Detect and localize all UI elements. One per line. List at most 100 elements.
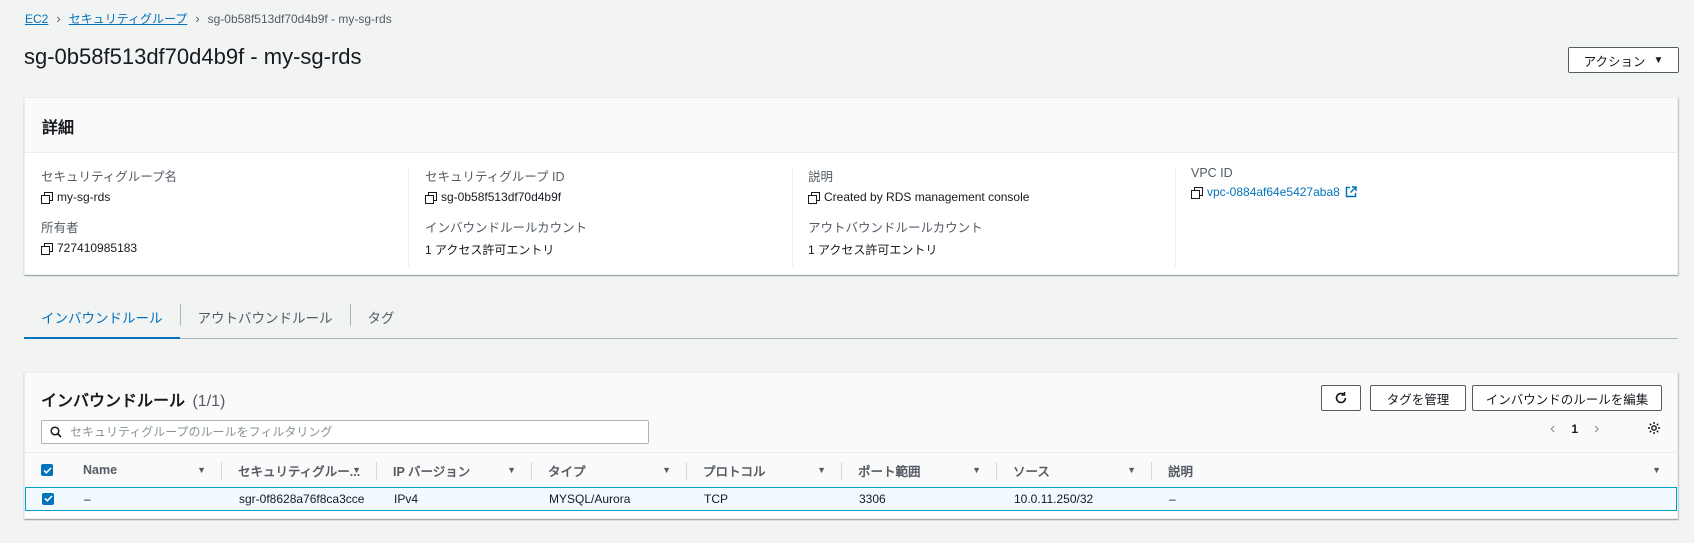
tab-bar: インバウンドルール アウトバウンドルール タグ [24, 297, 1678, 339]
actions-dropdown-button[interactable]: アクション ▼ [1568, 47, 1679, 73]
field-label: インバウンドルールカウント [425, 221, 588, 235]
cell-type: MYSQL/Aurora [549, 492, 631, 506]
breadcrumb-security-groups-link[interactable]: セキュリティグループ [69, 10, 188, 27]
gear-icon[interactable] [1647, 421, 1661, 435]
rules-title: インバウンドルール (1/1) [41, 387, 225, 411]
column-header-label: IP バージョン [393, 464, 471, 479]
field-value: vpc-0884af64e5427aba8 [1191, 185, 1357, 199]
refresh-button[interactable] [1321, 385, 1361, 411]
column-header-ip-version[interactable]: IP バージョン ▼ [377, 453, 532, 487]
field-sg-id: セキュリティグループ ID sg-0b58f513df70d4b9f [425, 166, 564, 204]
inbound-count-value: 1 アクセス許可エントリ [425, 243, 555, 257]
tab-inbound-rules[interactable]: インバウンドルール [24, 297, 180, 339]
chevron-right-icon[interactable]: › [1594, 420, 1599, 438]
column-divider [792, 167, 793, 267]
outbound-count-value: 1 アクセス許可エントリ [808, 243, 938, 257]
field-sg-name: セキュリティグループ名 my-sg-rds [41, 166, 177, 204]
sort-icon[interactable]: ▼ [1127, 465, 1136, 475]
column-divider [1175, 167, 1176, 267]
details-title: 詳細 [25, 98, 1677, 153]
field-vpc-id: VPC ID vpc-0884af64e5427aba8 [1191, 166, 1357, 199]
vpc-id-link[interactable]: vpc-0884af64e5427aba8 [1207, 185, 1340, 199]
chevron-right-icon: › [195, 11, 200, 26]
sort-icon[interactable]: ▼ [1652, 465, 1661, 475]
copy-icon[interactable] [808, 191, 820, 204]
copy-icon[interactable] [425, 191, 437, 204]
edit-inbound-rules-button[interactable]: インバウンドのルールを編集 [1472, 385, 1662, 411]
page-number[interactable]: 1 [1571, 422, 1578, 436]
cell-name: – [84, 492, 91, 506]
description-value: Created by RDS management console [824, 190, 1030, 204]
sg-name-value: my-sg-rds [57, 190, 111, 204]
field-value: 1 アクセス許可エントリ [425, 241, 587, 258]
column-header-label: セキュリティグルー... [238, 464, 361, 479]
field-value: 727410985183 [41, 241, 137, 255]
rules-filter [41, 420, 649, 444]
breadcrumb: EC2 › セキュリティグループ › sg-0b58f513df70d4b9f … [25, 10, 392, 27]
column-header-sg-rule-id[interactable]: セキュリティグルー... ▼ [222, 453, 377, 487]
column-header-port-range[interactable]: ポート範囲 ▼ [842, 453, 997, 487]
rules-table: Name ▼ セキュリティグルー... ▼ IP バージョン ▼ タイプ ▼ プ… [25, 452, 1677, 511]
check-icon [43, 495, 53, 502]
row-checkbox[interactable] [42, 492, 54, 505]
sort-icon[interactable]: ▼ [817, 465, 826, 475]
column-header-source[interactable]: ソース ▼ [997, 453, 1152, 487]
search-icon [50, 426, 62, 438]
sort-icon[interactable]: ▼ [972, 465, 981, 475]
chevron-left-icon[interactable]: ‹ [1550, 420, 1555, 438]
cell-protocol: TCP [704, 492, 728, 506]
copy-icon[interactable] [1191, 186, 1203, 199]
field-outbound-count: アウトバウンドルールカウント 1 アクセス許可エントリ [808, 217, 983, 258]
field-value: Created by RDS management console [808, 190, 1029, 204]
column-header-name[interactable]: Name ▼ [67, 453, 222, 487]
column-header-label: Name [83, 463, 118, 477]
column-header-label: ポート範囲 [858, 464, 921, 479]
field-value: my-sg-rds [41, 190, 177, 204]
rules-title-text: インバウンドルール [41, 393, 186, 410]
field-description: 説明 Created by RDS management console [808, 166, 1029, 204]
cell-sg-rule-id: sgr-0f8628a76f8ca3cce [239, 492, 365, 506]
copy-icon[interactable] [41, 191, 53, 204]
cell-ip-version: IPv4 [394, 492, 419, 506]
breadcrumb-current: sg-0b58f513df70d4b9f - my-sg-rds [207, 11, 392, 26]
sort-icon[interactable]: ▼ [352, 465, 361, 475]
row-select-cell [26, 492, 68, 506]
table-header-row: Name ▼ セキュリティグルー... ▼ IP バージョン ▼ タイプ ▼ プ… [25, 452, 1677, 488]
inbound-rules-panel: インバウンドルール (1/1) タグを管理 インバウンドのルールを編集 ‹ 1 … [24, 372, 1678, 519]
table-row[interactable]: – sgr-0f8628a76f8ca3cce IPv4 MYSQL/Auror… [25, 487, 1677, 511]
caret-down-icon: ▼ [1653, 54, 1664, 66]
sort-icon[interactable]: ▼ [507, 465, 516, 475]
column-header-protocol[interactable]: プロトコル ▼ [687, 453, 842, 487]
field-label: VPC ID [1191, 166, 1233, 180]
sort-icon[interactable]: ▼ [662, 465, 671, 475]
filter-input[interactable] [70, 425, 630, 439]
page-title: sg-0b58f513df70d4b9f - my-sg-rds [24, 44, 362, 69]
field-label: 所有者 [41, 221, 79, 235]
field-owner: 所有者 727410985183 [41, 217, 137, 255]
rules-header: インバウンドルール (1/1) タグを管理 インバウンドのルールを編集 ‹ 1 … [25, 373, 1677, 452]
details-panel: 詳細 セキュリティグループ名 my-sg-rds セキュリティグループ ID s… [24, 97, 1678, 275]
chevron-right-icon: › [56, 11, 61, 26]
cell-description: – [1169, 492, 1176, 506]
breadcrumb-ec2-link[interactable]: EC2 [25, 12, 48, 26]
owner-value: 727410985183 [57, 241, 138, 255]
field-label: アウトバウンドルールカウント [808, 221, 983, 235]
field-value: 1 アクセス許可エントリ [808, 241, 983, 258]
column-header-description[interactable]: 説明 ▼ [1152, 453, 1677, 487]
column-header-label: タイプ [548, 464, 586, 479]
sort-icon[interactable]: ▼ [197, 465, 206, 475]
copy-icon[interactable] [41, 242, 53, 255]
cell-source: 10.0.11.250/32 [1014, 492, 1094, 506]
select-all-checkbox[interactable] [41, 464, 53, 476]
manage-tags-button[interactable]: タグを管理 [1370, 385, 1466, 411]
check-icon [42, 466, 52, 474]
actions-button-label: アクション [1583, 54, 1646, 69]
pagination: ‹ 1 › [1550, 420, 1599, 438]
external-link-icon[interactable] [1345, 186, 1357, 198]
tab-outbound-rules[interactable]: アウトバウンドルール [181, 297, 350, 338]
column-header-type[interactable]: タイプ ▼ [532, 453, 687, 487]
details-grid: セキュリティグループ名 my-sg-rds セキュリティグループ ID sg-0… [25, 153, 1677, 275]
field-label: セキュリティグループ名 [41, 170, 178, 184]
tab-tags[interactable]: タグ [351, 297, 412, 338]
refresh-icon [1335, 392, 1347, 404]
